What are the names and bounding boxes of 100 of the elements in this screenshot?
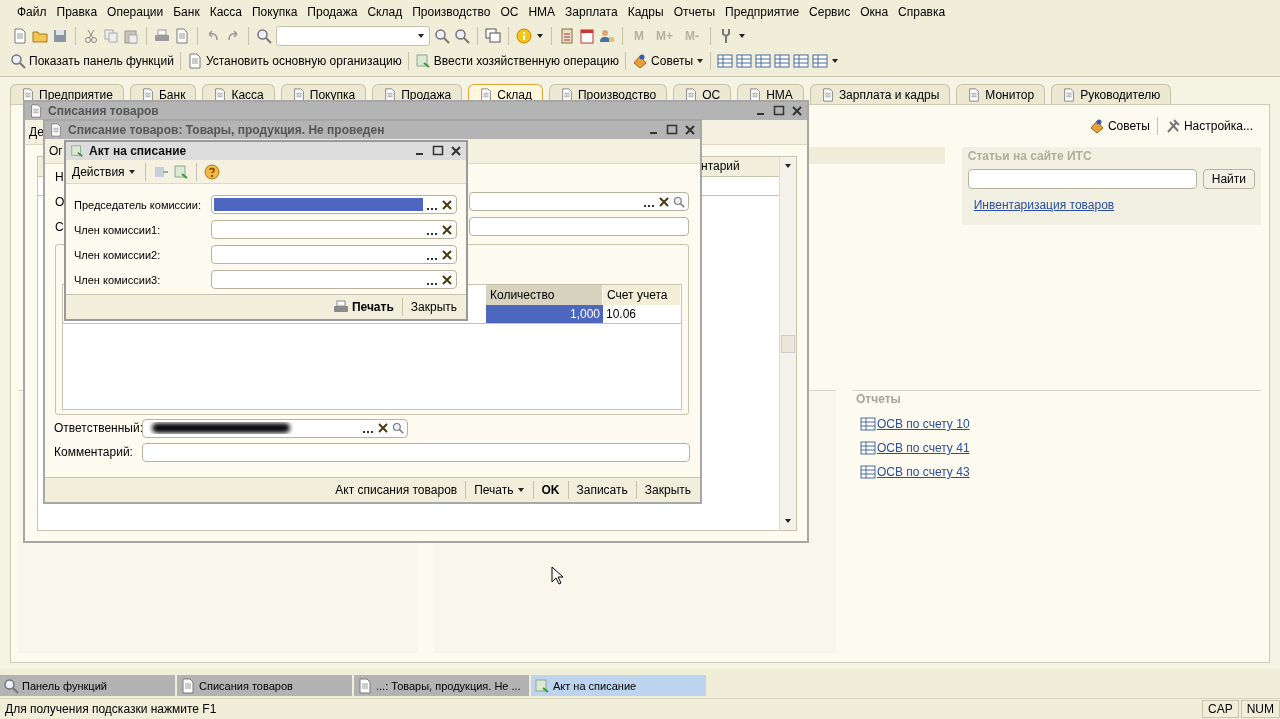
form-button[interactable]: Акт списания товаров bbox=[332, 483, 461, 497]
menu-item[interactable]: Кадры bbox=[622, 5, 669, 19]
scroll-down-icon[interactable] bbox=[784, 518, 792, 524]
preview-icon[interactable] bbox=[174, 28, 190, 44]
menu-item[interactable]: Склад bbox=[362, 5, 408, 19]
input-field[interactable] bbox=[211, 245, 457, 264]
clear-icon[interactable] bbox=[441, 248, 453, 261]
close-icon[interactable] bbox=[450, 145, 462, 157]
search-icon[interactable] bbox=[673, 195, 685, 208]
report-icon[interactable] bbox=[793, 53, 810, 69]
taskbar-button[interactable]: Списания товаров bbox=[177, 675, 352, 696]
tip-icon bbox=[632, 53, 649, 69]
form-button[interactable]: Печать bbox=[471, 483, 528, 497]
taskbar-button[interactable]: Акт на списание bbox=[531, 675, 706, 696]
section-tab[interactable]: Руководителю bbox=[1051, 84, 1172, 104]
tips-link[interactable]: Советы bbox=[1088, 118, 1150, 134]
menu-item[interactable]: Отчеты bbox=[668, 5, 721, 19]
dropdown-icon[interactable] bbox=[417, 33, 425, 39]
caret-icon[interactable] bbox=[738, 33, 746, 39]
search-field[interactable] bbox=[967, 169, 1197, 189]
search-icon[interactable] bbox=[256, 28, 272, 44]
report-icon[interactable] bbox=[755, 53, 772, 69]
column-header: Счет учета bbox=[603, 285, 681, 305]
scrollbar[interactable] bbox=[779, 157, 796, 530]
caret-icon bbox=[696, 58, 705, 64]
menu-item[interactable]: Правка bbox=[51, 5, 103, 19]
menu-item[interactable]: Справка bbox=[893, 5, 951, 19]
section-tab[interactable]: Зарплата и кадры bbox=[809, 84, 951, 104]
find-previous-icon[interactable] bbox=[454, 28, 470, 44]
settings-link[interactable]: Настройка... bbox=[1164, 118, 1253, 134]
help-icon[interactable] bbox=[203, 163, 220, 180]
toolbar-button[interactable]: Советы bbox=[632, 53, 705, 69]
input-field[interactable] bbox=[142, 442, 690, 462]
maximize-icon[interactable] bbox=[432, 145, 444, 157]
search-field[interactable] bbox=[276, 26, 430, 46]
article-link[interactable]: Инвентаризация товаров bbox=[973, 198, 1115, 212]
table-icon bbox=[860, 440, 876, 456]
menu-item[interactable]: ОС bbox=[495, 5, 524, 19]
calculator-icon[interactable] bbox=[559, 28, 575, 44]
form-button[interactable]: Записать bbox=[573, 483, 631, 497]
toolbar-button[interactable]: Показать панель функций bbox=[10, 53, 174, 69]
window-icon bbox=[29, 104, 43, 118]
save-icon[interactable] bbox=[52, 28, 68, 44]
menu-item[interactable]: Производство bbox=[407, 5, 496, 19]
hammer-icon bbox=[1164, 118, 1181, 134]
table-cell[interactable]: 10.06 bbox=[603, 305, 681, 324]
clear-icon[interactable] bbox=[441, 273, 453, 286]
section-tab[interactable]: Монитор bbox=[956, 84, 1046, 104]
menu-item[interactable]: Сервис bbox=[804, 5, 856, 19]
input-field[interactable] bbox=[142, 418, 408, 438]
toolbar-button[interactable]: Установить основную организацию bbox=[186, 53, 402, 69]
report-icon[interactable] bbox=[774, 53, 791, 69]
printer-icon[interactable] bbox=[154, 28, 170, 44]
menu-item[interactable]: Зарплата bbox=[560, 5, 623, 19]
menu-item[interactable]: Покупка bbox=[247, 5, 303, 19]
menu-item[interactable]: Окна bbox=[855, 5, 894, 19]
input-field[interactable] bbox=[469, 192, 689, 211]
input-field[interactable] bbox=[211, 195, 457, 214]
clear-icon[interactable] bbox=[377, 422, 389, 434]
user-icon[interactable] bbox=[599, 28, 615, 44]
menu-item[interactable]: Касса bbox=[204, 5, 247, 19]
caret-icon[interactable] bbox=[831, 58, 840, 64]
print-button[interactable]: Печать bbox=[329, 299, 397, 315]
toolbar-button[interactable]: Ввести хозяйственную операцию bbox=[414, 53, 620, 69]
input-field[interactable] bbox=[469, 217, 689, 236]
clear-icon[interactable] bbox=[441, 198, 453, 211]
actions-menu[interactable]: Действия bbox=[70, 164, 138, 179]
scissors-icon[interactable] bbox=[83, 28, 99, 44]
input-field[interactable] bbox=[211, 270, 457, 289]
new-document-icon[interactable] bbox=[12, 28, 28, 44]
find-next-icon[interactable] bbox=[434, 28, 450, 44]
menu-item[interactable]: НМА bbox=[523, 5, 561, 19]
clear-icon[interactable] bbox=[658, 195, 670, 208]
scroll-thumb[interactable] bbox=[781, 334, 795, 353]
report-icon[interactable] bbox=[717, 53, 734, 69]
folder-icon[interactable] bbox=[32, 28, 48, 44]
form-button[interactable]: OK bbox=[538, 483, 563, 497]
taskbar-button[interactable]: ...: Товары, продукция. Не ... bbox=[354, 675, 529, 696]
search-icon[interactable] bbox=[392, 422, 404, 434]
report-link[interactable]: ОСВ по счету 10 bbox=[856, 412, 1257, 436]
report-link[interactable]: ОСВ по счету 41 bbox=[856, 436, 1257, 460]
toolbar-button[interactable]: Ог bbox=[49, 144, 63, 158]
report-icon[interactable] bbox=[736, 53, 753, 69]
form-button[interactable]: Закрыть bbox=[641, 483, 694, 497]
clear-icon[interactable] bbox=[441, 223, 453, 236]
close-button[interactable]: Закрыть bbox=[407, 300, 460, 314]
calendar-icon[interactable] bbox=[579, 28, 595, 44]
report-link[interactable]: ОСВ по счету 43 bbox=[856, 460, 1257, 484]
input-field[interactable] bbox=[211, 220, 457, 239]
toolbar-button[interactable]: Де bbox=[29, 125, 44, 139]
menu-item[interactable]: Продажа bbox=[302, 5, 363, 19]
menu-item[interactable]: Операции bbox=[102, 5, 169, 19]
caret-icon[interactable] bbox=[536, 33, 544, 39]
find-button[interactable]: Найти bbox=[1202, 169, 1255, 189]
menu-item[interactable]: Файл bbox=[12, 5, 52, 19]
menu-item[interactable]: Банк bbox=[168, 5, 205, 19]
windows-icon[interactable] bbox=[485, 28, 501, 44]
taskbar-button[interactable]: Панель функций bbox=[0, 675, 175, 696]
table-cell[interactable]: 1,000 bbox=[486, 305, 603, 324]
menu-item[interactable]: Предприятие bbox=[720, 5, 805, 19]
